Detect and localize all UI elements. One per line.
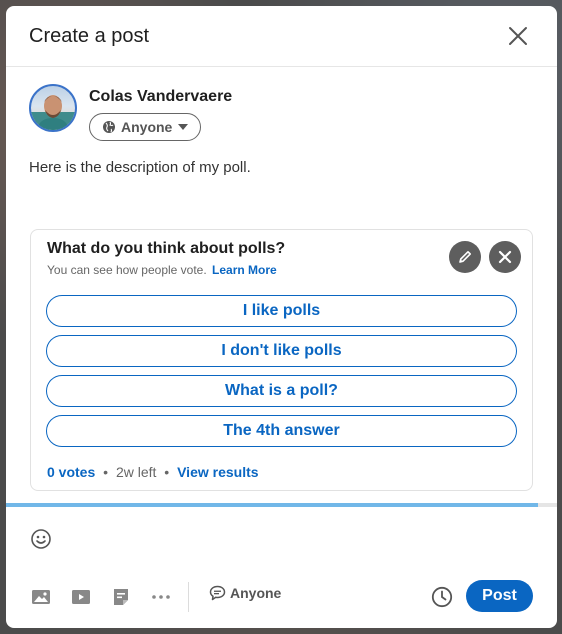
- video-icon: [72, 590, 90, 604]
- remove-poll-button[interactable]: [489, 241, 521, 273]
- document-icon: [114, 589, 128, 605]
- visibility-label: Anyone: [121, 119, 173, 135]
- avatar: [29, 84, 77, 132]
- photo-icon: [32, 590, 50, 604]
- post-button[interactable]: Post: [466, 580, 533, 612]
- clock-icon: [431, 586, 453, 608]
- poll-subtitle: You can see how people vote. Learn More: [47, 263, 277, 277]
- comment-icon: [209, 585, 226, 601]
- poll-option[interactable]: I don't like polls: [46, 335, 517, 367]
- more-icon: [152, 595, 170, 599]
- upload-progress-fill: [6, 503, 538, 507]
- poll-footer: 0 votes • 2w left • View results: [47, 464, 259, 480]
- separator-dot: •: [103, 464, 109, 480]
- votes-count[interactable]: 0 votes: [47, 464, 95, 480]
- visibility-selector-button[interactable]: Anyone: [89, 113, 202, 141]
- toolbar-divider: [188, 582, 189, 612]
- x-icon: [498, 250, 512, 264]
- close-button[interactable]: [503, 21, 533, 51]
- add-photo-button[interactable]: [30, 586, 52, 608]
- poll-question: What do you think about polls?: [47, 240, 286, 257]
- poll-option[interactable]: I like polls: [46, 295, 517, 327]
- more-options-button[interactable]: [150, 586, 172, 608]
- close-icon: [509, 27, 527, 45]
- learn-more-link[interactable]: Learn More: [212, 263, 277, 277]
- dialog-title: Create a post: [29, 24, 150, 47]
- poll-option[interactable]: The 4th answer: [46, 415, 517, 447]
- author-name: Colas Vandervaere: [89, 88, 233, 105]
- post-toolbar: Anyone Post: [6, 580, 557, 612]
- add-video-button[interactable]: [70, 586, 92, 608]
- comment-control-button[interactable]: Anyone: [209, 585, 281, 601]
- add-document-button[interactable]: [110, 586, 132, 608]
- smiley-icon: [31, 529, 51, 549]
- author-info: Colas Vandervaere Anyone: [89, 88, 232, 141]
- comment-control-label: Anyone: [230, 585, 282, 601]
- dialog-header: Create a post: [6, 6, 557, 67]
- globe-icon: [103, 121, 115, 133]
- create-post-dialog: Create a post Colas Vandervaere Anyone H…: [6, 6, 557, 628]
- pencil-icon: [459, 251, 471, 263]
- separator-dot: •: [164, 464, 170, 480]
- poll-card: What do you think about polls? You can s…: [30, 229, 533, 491]
- poll-option[interactable]: What is a poll?: [46, 375, 517, 407]
- author-block: Colas Vandervaere Anyone: [29, 84, 232, 141]
- poll-subtitle-text: You can see how people vote.: [47, 263, 207, 277]
- upload-progress-bar: [6, 503, 557, 507]
- time-left: 2w left: [115, 464, 157, 480]
- emoji-button[interactable]: [30, 528, 52, 550]
- schedule-post-button[interactable]: [430, 585, 454, 609]
- view-results-link[interactable]: View results: [177, 464, 258, 480]
- post-description[interactable]: Here is the description of my poll.: [29, 159, 251, 176]
- edit-poll-button[interactable]: [449, 241, 481, 273]
- caret-down-icon: [178, 124, 189, 130]
